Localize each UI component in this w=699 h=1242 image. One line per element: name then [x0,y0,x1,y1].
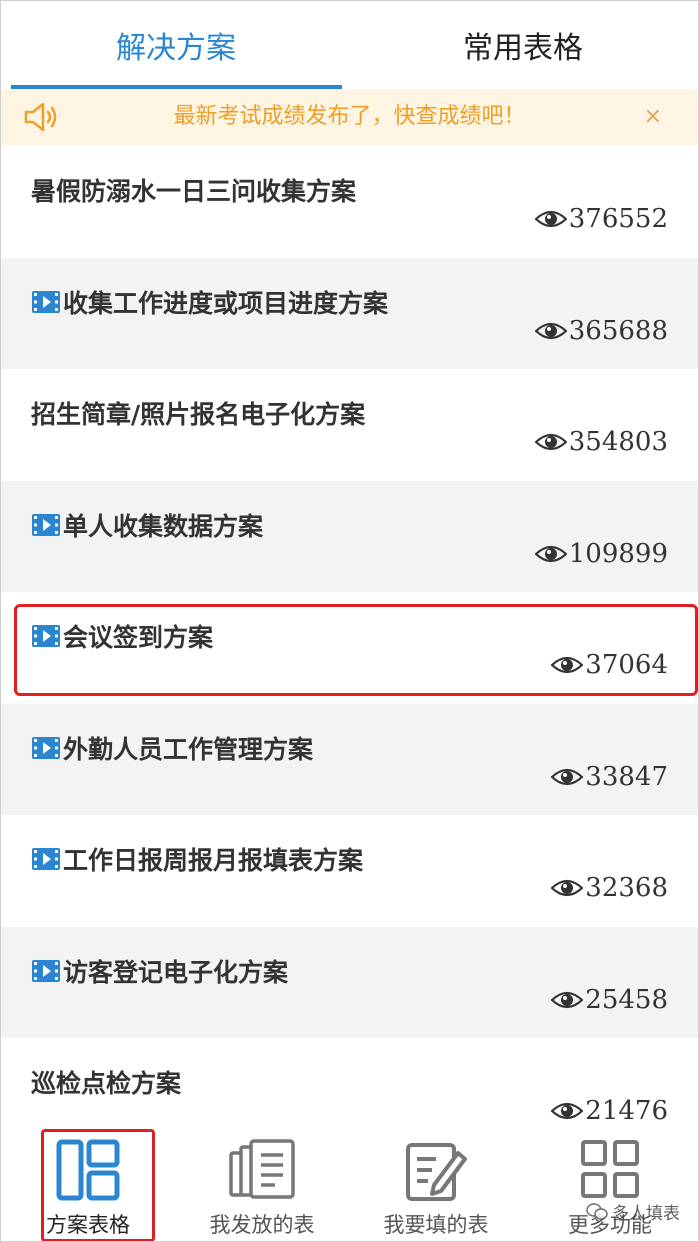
view-count: 21476 [551,1096,668,1126]
nav-item-sent-forms[interactable]: 我发放的表 [175,1123,349,1241]
list-item-title: 访客登记电子化方案 [63,957,289,987]
list-item-title-wrap: 巡检点检方案 [31,1064,181,1100]
eye-icon [551,1102,584,1120]
view-count-value: 354803 [568,427,668,457]
view-count-value: 376552 [568,204,668,234]
list-item[interactable]: 招生简章/照片报名电子化方案 354803 [1,369,698,481]
list-item-title: 工作日报周报月报填表方案 [63,846,364,875]
tab-bar: 解决方案 常用表格 [1,1,698,89]
list-item-title: 外勤人员工作管理方案 [63,734,314,764]
video-icon [32,290,60,313]
video-icon [32,848,60,870]
view-count: 376552 [534,204,668,234]
list-item[interactable]: 外勤人员工作管理方案 33847 [1,703,698,815]
view-count: 354803 [534,427,668,457]
app-screen: 解决方案 常用表格 最新考试成绩发布了，快查成绩吧！ × 暑假防溺水一日三问收集… [0,0,699,1242]
video-icon [32,513,60,536]
view-count-value: 33847 [585,761,668,792]
list-item-title: 收集工作进度或项目进度方案 [63,288,389,318]
view-count: 109899 [534,538,668,569]
list-item-title: 招生简章/照片报名电子化方案 [31,400,366,429]
tab-solutions[interactable]: 解决方案 [11,1,341,89]
list-item-title-wrap: 收集工作进度或项目进度方案 [31,284,388,320]
list-item[interactable]: 访客登记电子化方案 25458 [1,926,698,1038]
view-count: 25458 [551,985,668,1015]
list-item[interactable]: 工作日报周报月报填表方案 32368 [1,815,698,927]
notice-bar: 最新考试成绩发布了，快查成绩吧！ × [1,89,698,145]
video-icon [32,625,60,647]
nav-item-to-fill-forms[interactable]: 我要填的表 [349,1123,523,1241]
list-item[interactable]: 会议签到方案 37064 [1,592,698,704]
eye-icon [534,545,567,562]
list-item-title-wrap: 工作日报周报月报填表方案 [31,841,363,877]
solution-list: 暑假防溺水一日三问收集方案 376552 收集工作进度或项目进度方案 365688 招生… [1,146,698,1150]
documents-icon [229,1139,295,1199]
edit-form-icon [406,1143,467,1201]
view-count-value: 109899 [568,538,668,569]
notice-close-button[interactable]: × [644,89,662,145]
list-item-title-wrap: 外勤人员工作管理方案 [31,730,313,766]
eye-icon [534,433,567,451]
view-count: 37064 [551,650,668,680]
eye-icon [551,991,584,1008]
view-count: 365688 [534,315,668,346]
list-item-title-wrap: 单人收集数据方案 [31,507,263,543]
view-count-value: 32368 [585,873,668,903]
list-item-title-wrap: 暑假防溺水一日三问收集方案 [31,172,356,208]
eye-icon [534,322,567,339]
view-count-value: 21476 [585,1096,668,1126]
list-item-title: 会议签到方案 [63,623,214,652]
list-item-title: 单人收集数据方案 [63,511,264,541]
watermark-text: 多人填表 [612,1204,680,1224]
layout-grid-icon [56,1139,120,1201]
apps-grid-icon [581,1140,639,1198]
list-item[interactable]: 单人收集数据方案 109899 [1,480,698,592]
nav-label: 我发放的表 [209,1213,315,1237]
eye-icon [551,768,584,785]
nav-item-solution-forms[interactable]: 方案表格 [1,1123,175,1241]
list-item[interactable]: 暑假防溺水一日三问收集方案 376552 [1,146,698,258]
tab-common-forms[interactable]: 常用表格 [358,1,688,89]
eye-icon [551,879,584,897]
nav-label: 方案表格 [46,1213,130,1237]
eye-icon [551,656,584,674]
list-item-title-wrap: 访客登记电子化方案 [31,953,288,989]
notice-text[interactable]: 最新考试成绩发布了，快查成绩吧！ [1,89,698,145]
video-icon [32,959,60,982]
list-item-title: 暑假防溺水一日三问收集方案 [31,177,357,206]
eye-icon [534,210,567,228]
view-count-value: 365688 [568,315,668,346]
wechat-icon [586,1202,608,1220]
view-count: 32368 [551,873,668,903]
view-count-value: 37064 [585,650,668,680]
video-icon [32,736,60,759]
view-count: 33847 [551,762,668,792]
nav-label: 我要填的表 [383,1213,489,1237]
list-item-title-wrap: 会议签到方案 [31,618,213,654]
list-item-title-wrap: 招生简章/照片报名电子化方案 [31,395,365,431]
list-item[interactable]: 收集工作进度或项目进度方案 365688 [1,257,698,369]
watermark: 多人填表 [586,1199,680,1224]
list-item-title: 巡检点检方案 [31,1069,182,1098]
view-count-value: 25458 [585,984,668,1015]
